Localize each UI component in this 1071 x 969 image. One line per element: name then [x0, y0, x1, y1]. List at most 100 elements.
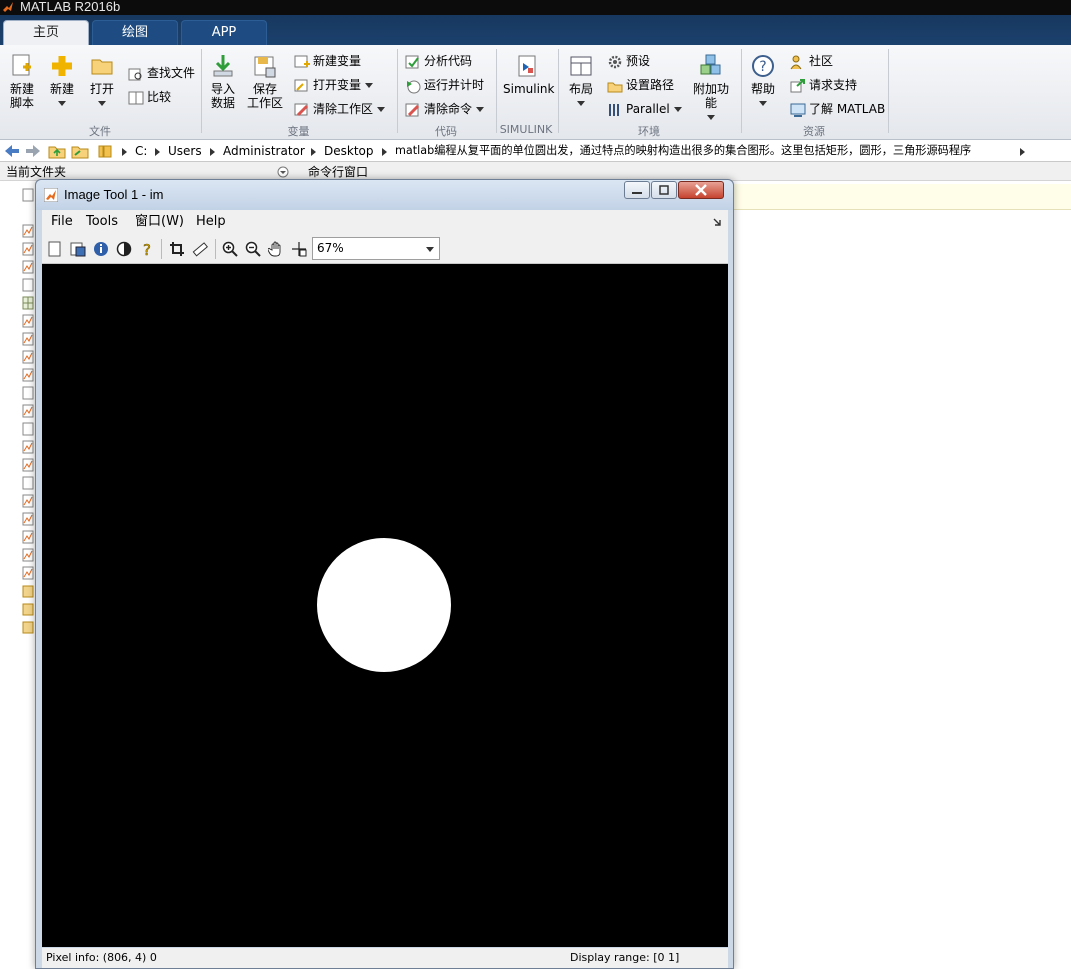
- breadcrumb-project-folder[interactable]: matlab编程从复平面的单位圆出发，通过特点的映射构造出很多的集合图形。这里包…: [395, 140, 1017, 162]
- menu-file[interactable]: File: [51, 210, 73, 234]
- folder-icon[interactable]: [22, 620, 34, 634]
- new-variable-button[interactable]: 新建变量: [294, 53, 361, 70]
- figure-file-icon[interactable]: [22, 296, 34, 310]
- preferences-button[interactable]: 预设: [607, 53, 650, 70]
- new-button[interactable]: 新建: [48, 53, 76, 110]
- menu-tools[interactable]: Tools: [86, 210, 118, 234]
- close-button[interactable]: [678, 181, 724, 199]
- svg-text:?: ?: [759, 59, 766, 75]
- matlab-file-icon[interactable]: [22, 314, 34, 328]
- find-files-button[interactable]: 查找文件: [128, 65, 195, 82]
- matlab-file-icon[interactable]: [22, 260, 34, 274]
- menu-help[interactable]: Help: [196, 210, 226, 234]
- help-icon[interactable]: ?: [139, 241, 155, 257]
- forward-arrow-icon[interactable]: [25, 144, 41, 158]
- maximize-button[interactable]: [651, 181, 677, 199]
- open-variable-label: 打开变量: [313, 78, 362, 92]
- parallel-button[interactable]: Parallel: [607, 101, 682, 118]
- matlab-file-icon[interactable]: [22, 566, 34, 580]
- simulink-button[interactable]: Simulink: [503, 53, 554, 96]
- up-folder-icon[interactable]: [48, 143, 66, 159]
- learn-matlab-button[interactable]: 了解 MATLAB: [790, 101, 885, 118]
- breadcrumb-users[interactable]: Users: [168, 140, 202, 162]
- new-script-button[interactable]: 新建 脚本: [6, 53, 38, 110]
- request-support-icon: [790, 78, 805, 92]
- layout-button[interactable]: 布局: [565, 53, 597, 110]
- menu-window[interactable]: 窗口(W): [135, 210, 184, 234]
- matlab-file-icon[interactable]: [22, 512, 34, 526]
- find-files-icon: [128, 68, 142, 80]
- community-button[interactable]: 社区: [790, 53, 833, 70]
- compare-button[interactable]: 比较: [128, 89, 171, 106]
- image-canvas[interactable]: [42, 264, 728, 947]
- clear-commands-button[interactable]: 清除命令: [405, 101, 484, 118]
- browse-folder-icon[interactable]: [71, 143, 89, 159]
- matlab-file-icon[interactable]: [22, 350, 34, 364]
- folder-icon: [98, 145, 112, 158]
- ruler-icon[interactable]: [192, 241, 208, 257]
- file-icon[interactable]: [22, 188, 34, 202]
- file-icon[interactable]: [22, 476, 34, 490]
- clear-commands-label: 清除命令: [424, 102, 473, 116]
- addons-button[interactable]: 附加功能: [688, 53, 734, 124]
- clear-workspace-button[interactable]: 清除工作区: [294, 101, 385, 118]
- open-label: 打开: [89, 82, 114, 96]
- breadcrumb-administrator[interactable]: Administrator: [223, 140, 305, 162]
- gear-icon: [608, 55, 622, 68]
- chevron-down-icon: [364, 83, 373, 88]
- zoom-in-icon[interactable]: [222, 241, 238, 257]
- matlab-file-icon[interactable]: [22, 224, 34, 238]
- matlab-file-icon[interactable]: [22, 548, 34, 562]
- breadcrumb-drive[interactable]: C:: [135, 140, 147, 162]
- breadcrumb-desktop[interactable]: Desktop: [324, 140, 374, 162]
- open-variable-button[interactable]: 打开变量: [294, 77, 373, 94]
- matlab-file-icon[interactable]: [22, 368, 34, 382]
- contrast-icon[interactable]: [116, 241, 132, 257]
- image-tool-titlebar[interactable]: Image Tool 1 - im: [36, 180, 733, 210]
- image-tool-title: Image Tool 1 - im: [64, 187, 164, 202]
- file-icon[interactable]: [22, 278, 34, 292]
- ribbon-divider: [558, 49, 559, 133]
- pixel-region-icon[interactable]: [291, 241, 307, 257]
- panel-menu-icon[interactable]: [277, 166, 289, 178]
- pan-hand-icon[interactable]: [268, 241, 284, 257]
- toolbar-divider: [215, 239, 216, 259]
- back-arrow-icon[interactable]: [4, 144, 20, 158]
- info-icon[interactable]: [93, 241, 109, 257]
- import-data-button[interactable]: 导入 数据: [207, 53, 239, 110]
- request-support-button[interactable]: 请求支持: [790, 77, 857, 94]
- save-workspace-button[interactable]: 保存 工作区: [246, 53, 284, 110]
- matlab-file-icon[interactable]: [22, 530, 34, 544]
- new-figure-icon[interactable]: [47, 241, 63, 257]
- matlab-file-icon[interactable]: [22, 404, 34, 418]
- tab-apps[interactable]: APP: [181, 20, 267, 45]
- chevron-down-icon: [58, 101, 66, 106]
- minimize-button[interactable]: [624, 181, 650, 199]
- open-button[interactable]: 打开: [88, 53, 116, 110]
- run-and-time-button[interactable]: 运行并计时: [405, 77, 484, 94]
- analyze-code-button[interactable]: 分析代码: [405, 53, 472, 70]
- simulink-icon: [518, 55, 536, 77]
- tab-home[interactable]: 主页: [3, 20, 89, 45]
- matlab-file-icon[interactable]: [22, 242, 34, 256]
- folder-icon[interactable]: [22, 584, 34, 598]
- dock-arrow-icon[interactable]: [713, 218, 722, 227]
- matlab-file-icon[interactable]: [22, 494, 34, 508]
- matlab-file-icon[interactable]: [22, 440, 34, 454]
- file-icon[interactable]: [22, 386, 34, 400]
- crop-icon[interactable]: [169, 241, 185, 257]
- folder-icon[interactable]: [22, 602, 34, 616]
- file-icon[interactable]: [22, 422, 34, 436]
- learn-matlab-icon: [790, 103, 806, 117]
- zoom-level-select[interactable]: 67%: [312, 237, 440, 260]
- zoom-out-icon[interactable]: [245, 241, 261, 257]
- breadcrumb-separator-icon: [311, 148, 316, 156]
- matlab-file-icon[interactable]: [22, 458, 34, 472]
- matlab-file-icon[interactable]: [22, 332, 34, 346]
- tab-plots[interactable]: 绘图: [92, 20, 178, 45]
- ribbon-divider: [496, 49, 497, 133]
- overview-icon[interactable]: [70, 241, 86, 257]
- chevron-down-icon: [577, 101, 585, 106]
- set-path-button[interactable]: 设置路径: [607, 77, 674, 94]
- help-button[interactable]: ? 帮助: [748, 53, 778, 110]
